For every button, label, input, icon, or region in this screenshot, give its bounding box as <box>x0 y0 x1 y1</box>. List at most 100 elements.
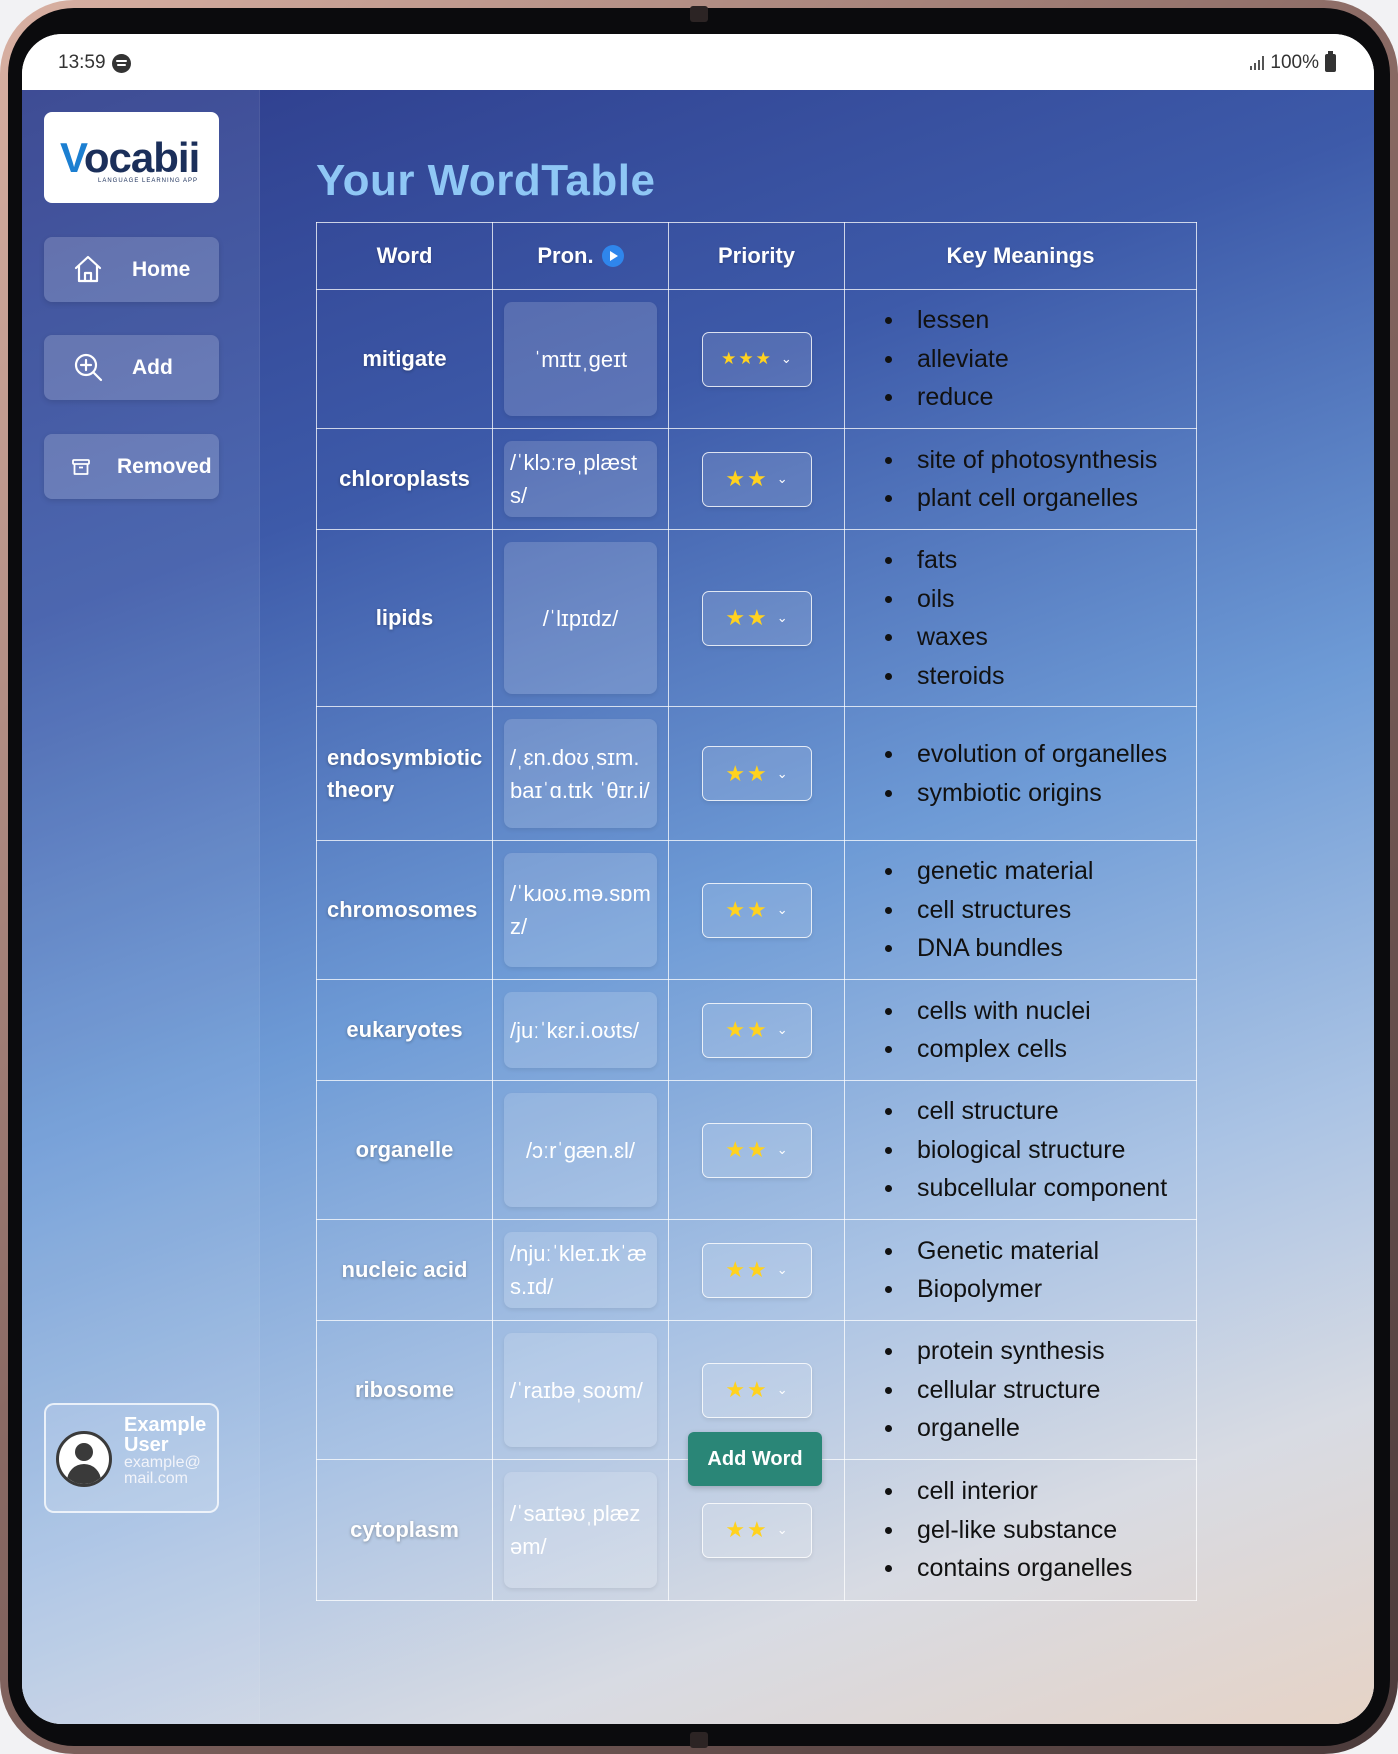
star-rating-icon: ★★ <box>725 1137 769 1162</box>
pron-cell: /ˈlɪpɪdz/ <box>492 529 669 707</box>
pronunciation-text[interactable]: ˈmɪtɪˌɡeɪt <box>504 302 657 416</box>
word-table: Word Pron. Priority Key Meanings mitigat… <box>316 222 1197 1601</box>
meaning-item: Genetic material <box>861 1232 1188 1271</box>
pron-cell: /ɔːrˈɡæn.ɛl/ <box>492 1080 669 1220</box>
pron-cell: /juːˈkɛr.i.oʊts/ <box>492 979 669 1081</box>
meanings-list: protein synthesis cellular structure organ… <box>861 1332 1188 1448</box>
table-body: mitigate ˈmɪtɪˌɡeɪt ★★★ ⌄ lessen alleviate red… <box>316 289 1197 1601</box>
word-cell[interactable]: mitigate <box>316 289 493 429</box>
meanings-cell: site of photosynthesis plant cell organel… <box>844 428 1197 530</box>
nav-home-button[interactable]: Home <box>44 237 219 302</box>
meaning-item: cell structures <box>861 891 1188 930</box>
meaning-item: lessen <box>861 301 1188 340</box>
logo-text: Vocabii <box>60 134 200 181</box>
meaning-item: Biopolymer <box>861 1270 1188 1309</box>
star-rating-icon: ★★ <box>725 1517 769 1542</box>
meaning-item: fats <box>861 541 1188 580</box>
table-row: organelle/ɔːrˈɡæn.ɛl/ ★★ ⌄ cell structure bi… <box>316 1080 1197 1220</box>
pronunciation-text[interactable]: /ˈraɪbəˌsoʊm/ <box>504 1333 657 1447</box>
priority-select[interactable]: ★★ ⌄ <box>701 1242 812 1298</box>
priority-cell: ★★ ⌄ <box>668 840 845 980</box>
meaning-item: site of photosynthesis <box>861 441 1188 480</box>
star-rating-icon: ★★ <box>725 466 769 491</box>
priority-select[interactable]: ★★ ⌄ <box>701 1362 812 1418</box>
page-title: Your WordTable <box>316 156 656 205</box>
word-cell[interactable]: endosymbiotic theory <box>316 706 493 841</box>
meaning-item: steroids <box>861 657 1188 696</box>
star-rating-icon: ★★★ <box>721 349 773 368</box>
star-rating-icon: ★★ <box>725 605 769 630</box>
nav-add-button[interactable]: Add <box>44 335 219 400</box>
pronunciation-text[interactable]: /njuːˈkleɪ.ɪkˈæs.ɪd/ <box>504 1232 657 1308</box>
meaning-item: biological structure <box>861 1131 1188 1170</box>
meaning-item: waxes <box>861 618 1188 657</box>
nav-removed-button[interactable]: Removed <box>44 434 219 499</box>
column-header-pron[interactable]: Pron. <box>492 222 669 290</box>
priority-select[interactable]: ★★ ⌄ <box>701 1502 812 1558</box>
priority-select[interactable]: ★★ ⌄ <box>701 451 812 507</box>
table-row: chromosomes/ˈkɹoʊ.mə.sɒmz/ ★★ ⌄ genetic mat… <box>316 840 1197 980</box>
chevron-down-icon: ⌄ <box>776 1522 788 1537</box>
pronunciation-text[interactable]: /ˈlɪpɪdz/ <box>504 542 657 694</box>
column-header-priority[interactable]: Priority <box>668 222 845 290</box>
pron-cell: /ˈklɔːrəˌplæsts/ <box>492 428 669 530</box>
pronunciation-text[interactable]: /ˈkɹoʊ.mə.sɒmz/ <box>504 853 657 967</box>
meanings-cell: cell interior gel-like substance contains … <box>844 1459 1197 1601</box>
pronunciation-text[interactable]: /ɔːrˈɡæn.ɛl/ <box>504 1093 657 1207</box>
word-cell[interactable]: chromosomes <box>316 840 493 980</box>
logo[interactable]: Vocabii LANGUAGE LEARNING APP <box>44 112 219 203</box>
table-header-row: Word Pron. Priority Key Meanings <box>316 222 1197 290</box>
pronunciation-text[interactable]: /ˌɛn.doʊˌsɪm.baɪˈɑ.tɪk ˈθɪr.i/ <box>504 719 657 828</box>
main-content: Your WordTable Word Pron. Priority Key M… <box>260 90 1374 1724</box>
priority-cell: ★★ ⌄ <box>668 428 845 530</box>
meaning-item: protein synthesis <box>861 1332 1188 1371</box>
chevron-down-icon: ⌄ <box>776 471 788 486</box>
column-header-meanings[interactable]: Key Meanings <box>844 222 1197 290</box>
battery-icon <box>1325 51 1336 72</box>
status-time: 13:59 <box>58 52 106 73</box>
meanings-list: lessen alleviate reduce <box>861 301 1188 417</box>
column-header-word[interactable]: Word <box>316 222 493 290</box>
user-card[interactable]: Example User example@mail.com <box>44 1403 219 1513</box>
priority-select[interactable]: ★★ ⌄ <box>701 1002 812 1058</box>
word-cell[interactable]: ribosome <box>316 1320 493 1460</box>
meaning-item: contains organelles <box>861 1549 1188 1588</box>
meanings-cell: evolution of organelles symbiotic origins <box>844 706 1197 841</box>
pronunciation-text[interactable]: /juːˈkɛr.i.oʊts/ <box>504 992 657 1068</box>
status-right: 100% <box>1250 51 1336 74</box>
nav-home-label: Home <box>132 258 191 281</box>
priority-select[interactable]: ★★ ⌄ <box>701 590 812 646</box>
priority-cell: ★★ ⌄ <box>668 706 845 841</box>
pronunciation-text[interactable]: /ˈklɔːrəˌplæsts/ <box>504 441 657 517</box>
meaning-item: DNA bundles <box>861 929 1188 968</box>
pron-cell: /ˈkɹoʊ.mə.sɒmz/ <box>492 840 669 980</box>
word-cell[interactable]: chloroplasts <box>316 428 493 530</box>
nav-add-label: Add <box>132 356 173 379</box>
priority-select[interactable]: ★★ ⌄ <box>701 746 812 801</box>
word-cell[interactable]: nucleic acid <box>316 1219 493 1321</box>
chevron-down-icon: ⌄ <box>780 351 792 366</box>
word-cell[interactable]: organelle <box>316 1080 493 1220</box>
priority-select[interactable]: ★★ ⌄ <box>701 1122 812 1178</box>
word-cell[interactable]: lipids <box>316 529 493 707</box>
table-row: lipids/ˈlɪpɪdz/ ★★ ⌄ fats oils waxes steroids <box>316 529 1197 707</box>
meanings-list: evolution of organelles symbiotic origins <box>861 735 1188 812</box>
user-avatar-icon <box>56 1431 112 1487</box>
priority-select[interactable]: ★★★ ⌄ <box>701 331 812 387</box>
pronunciation-text[interactable]: /ˈsaɪtəʊˌplæzəm/ <box>504 1472 657 1588</box>
word-cell[interactable]: cytoplasm <box>316 1459 493 1601</box>
nav-removed-label: Removed <box>117 455 212 478</box>
screen: 13:59 100% Vocabii LANGUAGE LEARNING APP <box>22 34 1374 1724</box>
meanings-list: cell structure biological structure subcel… <box>861 1092 1188 1208</box>
meanings-list: site of photosynthesis plant cell organel… <box>861 441 1188 518</box>
meanings-cell: cell structure biological structure subcel… <box>844 1080 1197 1220</box>
chevron-down-icon: ⌄ <box>776 1382 788 1397</box>
priority-select[interactable]: ★★ ⌄ <box>701 882 812 938</box>
meanings-list: cell interior gel-like substance contains … <box>861 1472 1188 1588</box>
play-circle-icon[interactable] <box>601 245 624 267</box>
sidebar: Vocabii LANGUAGE LEARNING APP Home Add R… <box>22 90 260 1724</box>
word-cell[interactable]: eukaryotes <box>316 979 493 1081</box>
star-rating-icon: ★★ <box>725 1017 769 1042</box>
add-word-button[interactable]: Add Word <box>688 1432 822 1486</box>
meanings-list: genetic material cell structures DNA bundl… <box>861 852 1188 968</box>
